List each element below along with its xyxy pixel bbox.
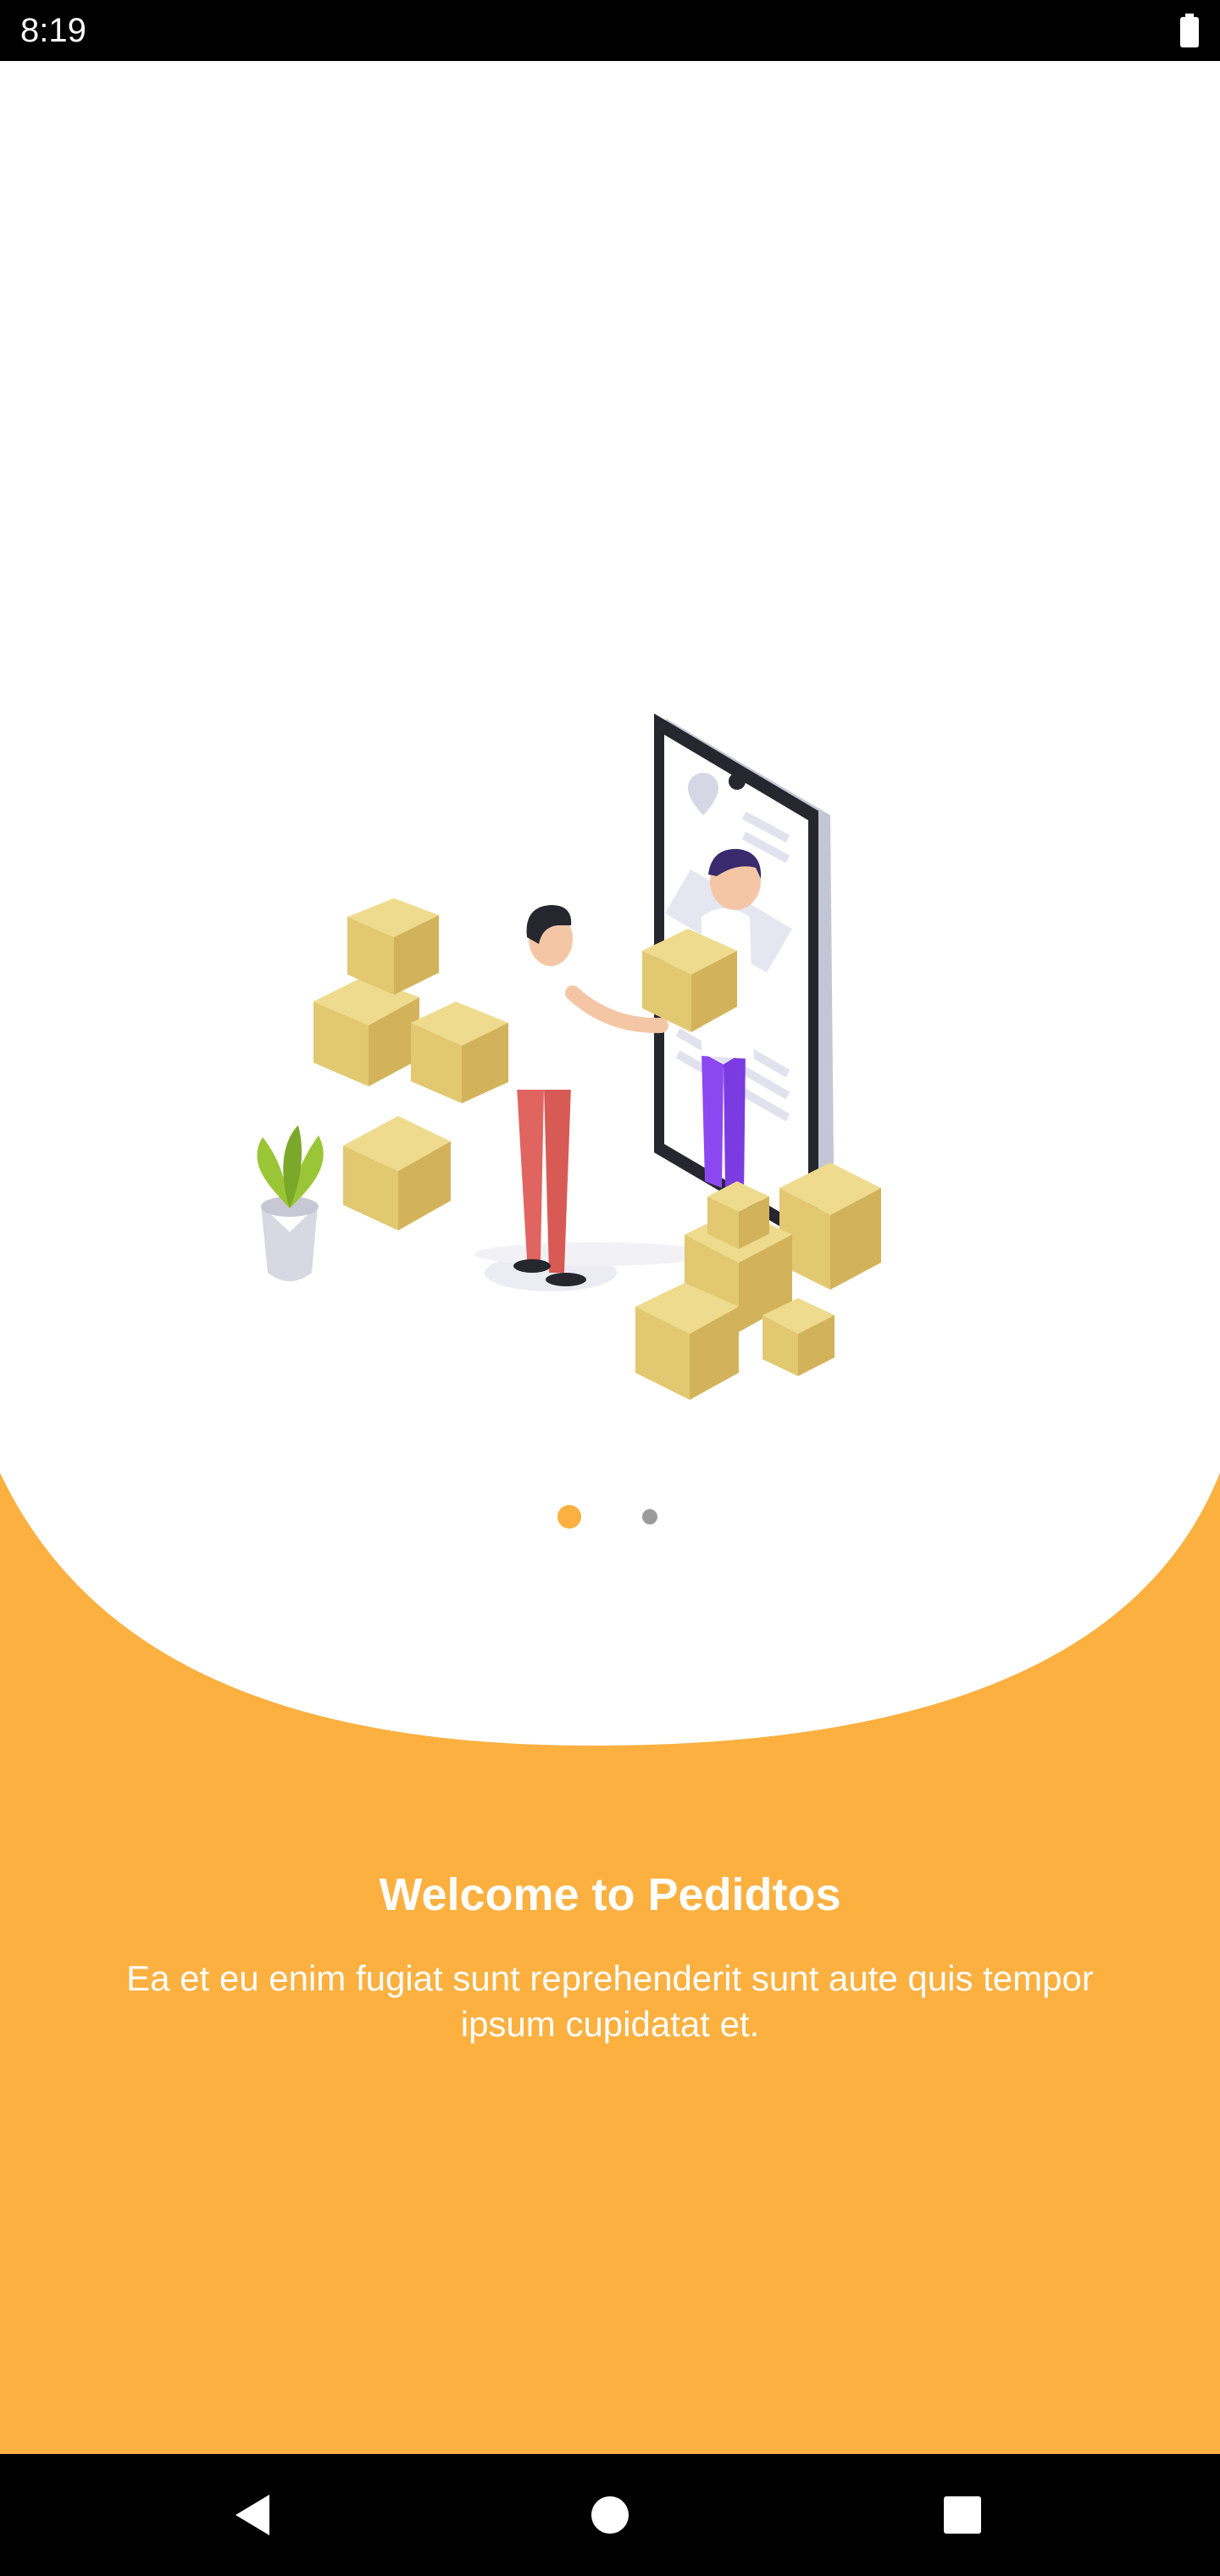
home-circle-icon bbox=[591, 2496, 629, 2534]
page-dot-inactive[interactable] bbox=[642, 1509, 657, 1524]
recents-button[interactable] bbox=[929, 2481, 996, 2549]
onboarding-title: Welcome to Pedidtos bbox=[379, 1869, 841, 1920]
status-time: 8:19 bbox=[20, 12, 86, 49]
back-triangle-icon bbox=[236, 2495, 269, 2535]
battery-full-icon bbox=[1180, 14, 1199, 47]
box-stack-left bbox=[313, 898, 508, 1230]
home-button[interactable] bbox=[576, 2481, 644, 2549]
page-dot-active[interactable] bbox=[557, 1505, 581, 1529]
navigation-bar bbox=[0, 2454, 1220, 2576]
delivery-illustration bbox=[257, 713, 881, 1400]
potted-plant bbox=[257, 1125, 324, 1281]
customer-figure bbox=[512, 905, 668, 1286]
onboarding-content[interactable]: Welcome to Pedidtos Ea et eu enim fugiat… bbox=[0, 61, 1220, 2454]
onboarding-screen: 8:19 Welcome to Pedidtos Ea et eu enim f… bbox=[0, 0, 1220, 2576]
onboarding-description: Ea et eu enim fugiat sunt reprehenderit … bbox=[126, 1958, 1094, 2044]
recents-square-icon bbox=[944, 2496, 981, 2534]
box-stack-right bbox=[635, 1163, 881, 1400]
page-indicator bbox=[0, 1491, 1220, 1542]
back-button[interactable] bbox=[219, 2481, 286, 2549]
status-bar: 8:19 bbox=[0, 0, 1220, 61]
